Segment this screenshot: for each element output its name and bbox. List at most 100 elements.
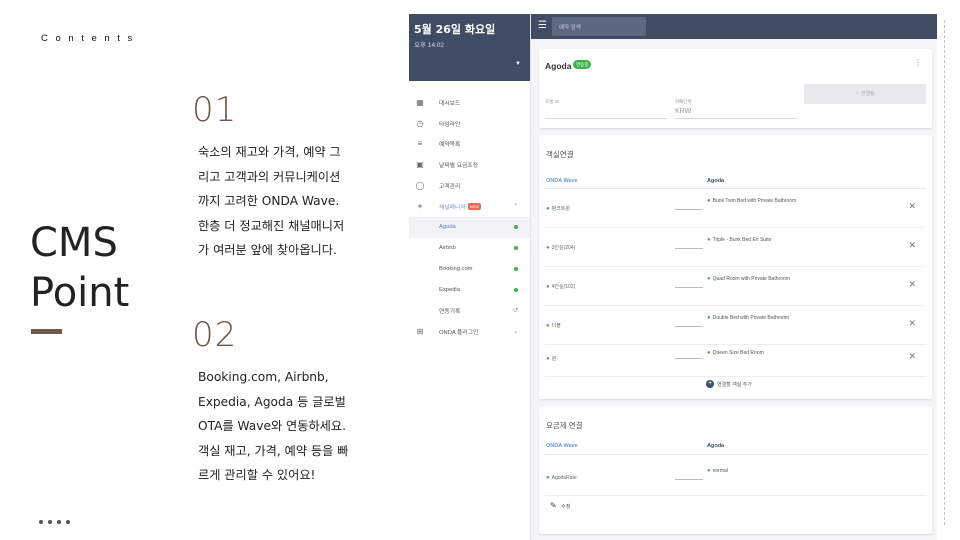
- close-icon[interactable]: ✕: [908, 240, 916, 251]
- wave-room-label: 퀸: [551, 356, 557, 362]
- status-dot: ●: [707, 237, 711, 243]
- slide-title-line2: Point: [30, 270, 130, 316]
- chevron-up-icon[interactable]: ⌃: [513, 203, 518, 210]
- connected-button[interactable]: ✓ 연결됨: [804, 84, 926, 104]
- clock-icon: ◷: [416, 118, 424, 128]
- wave-room-label: 3인실(204): [551, 245, 576, 251]
- edit-button[interactable]: ✎ 수정: [550, 501, 570, 510]
- top-bar: ☰ 예약 검색: [531, 14, 937, 39]
- sidebar-item-reservations[interactable]: ≡ 예약목록: [409, 134, 530, 155]
- dot: [57, 520, 61, 524]
- pencil-icon: ✎: [550, 501, 557, 510]
- status-dot: ●: [707, 350, 711, 356]
- dashboard-icon: ▦: [416, 97, 424, 107]
- link-line: [675, 326, 703, 327]
- sidebar-item-daily-rates[interactable]: ▣ 날짜별 요금조정: [409, 154, 530, 175]
- wave-rate: ● AgodaRate: [546, 475, 577, 481]
- status-dot: ●: [707, 198, 711, 204]
- cms-app-screenshot: 5월 26일 화요일 오후 14:02 ▼ ▦ 대시보드 ◷ 타임라인 ≡ 예약…: [409, 14, 937, 540]
- sidebar-item-customers[interactable]: ◯ 고객관리: [409, 175, 530, 196]
- status-dot: ●: [707, 468, 711, 474]
- dot: [39, 520, 43, 524]
- sidebar-item-timeline[interactable]: ◷ 타임라인: [409, 113, 530, 134]
- add-room-label: 연결할 객실 추가: [717, 381, 752, 388]
- link-line: [675, 358, 703, 359]
- close-icon[interactable]: ✕: [908, 318, 916, 329]
- section-01-text: 숙소의 재고와 가격, 예약 그 리고 고객과의 커뮤니케이션 까지 고려한 O…: [198, 140, 364, 263]
- current-time: 오후 14:02: [414, 42, 445, 49]
- sidebar-item-label: Airbnb: [439, 244, 456, 251]
- section-02-text: Booking.com, Airbnb, Expedia, Agoda 등 글로…: [198, 365, 364, 488]
- sidebar-item-dashboard[interactable]: ▦ 대시보드: [409, 92, 530, 113]
- status-dot: ●: [707, 315, 711, 321]
- sidebar-item-booking[interactable]: Booking.com: [409, 258, 530, 279]
- search-input[interactable]: 예약 검색: [552, 17, 646, 36]
- mapping-row: ● 3인실(204) ● Triple - Bunk Bed En Suite ✕: [545, 228, 926, 267]
- close-icon[interactable]: ✕: [908, 351, 916, 362]
- currency-field[interactable]: 화폐단위 KRW: [675, 99, 797, 119]
- mapping-row: ● 4인실(102) ● Quad Room with Private Bathro…: [545, 267, 926, 306]
- agoda-room-label: Triple - Bunk Bed En Suite: [712, 237, 772, 243]
- caret-down-icon[interactable]: ▼: [515, 61, 521, 67]
- column-header-wave: ONDA Wave: [546, 178, 578, 184]
- agoda-room: ● Triple - Bunk Bed En Suite: [707, 237, 771, 243]
- field-value: KRW: [675, 108, 692, 115]
- sidebar-item-airbnb[interactable]: Airbnb: [409, 238, 530, 259]
- sidebar-item-channel-manager[interactable]: ✦ 채널매니저 NEW ⌃: [409, 196, 530, 217]
- dot: [48, 520, 52, 524]
- sidebar-header: 5월 26일 화요일 오후 14:02 ▼: [409, 14, 530, 81]
- agoda-room-label: Double Bed with Private Bathroom: [712, 315, 790, 321]
- rate-mapping-card: 요금제 연결 ONDA Wave Agoda ● AgodaRate ● norma…: [539, 406, 932, 534]
- more-vert-icon[interactable]: ⋮: [914, 58, 922, 67]
- current-date: 5월 26일 화요일: [414, 23, 496, 36]
- slide-title: CMS Point: [30, 218, 129, 318]
- sidebar-item-label: 고객관리: [439, 184, 461, 191]
- wave-rate-label: AgodaRate: [551, 475, 577, 481]
- wave-room: ● 3인실(204): [546, 244, 575, 251]
- sidebar-item-label: ONDA 플러그인: [439, 329, 479, 336]
- share-icon: ✦: [416, 201, 424, 211]
- sidebar: 5월 26일 화요일 오후 14:02 ▼ ▦ 대시보드 ◷ 타임라인 ≡ 예약…: [409, 14, 531, 540]
- rate-row: ● AgodaRate ● normal: [545, 463, 926, 496]
- sidebar-item-sync-history[interactable]: 연동기록 ↺: [409, 300, 530, 321]
- status-dot: [514, 287, 518, 292]
- sidebar-item-onda-plugin[interactable]: ⊞ ONDA 플러그인 ⌄: [409, 321, 530, 342]
- link-line: [675, 479, 703, 480]
- sidebar-item-label: 대시보드: [439, 100, 461, 107]
- add-room-button[interactable]: + 연결할 객실 추가: [706, 380, 752, 388]
- history-icon: ↺: [512, 307, 518, 314]
- pagination-dots: [39, 520, 70, 524]
- status-dot: ●: [546, 323, 550, 329]
- status-dot: [514, 245, 518, 250]
- check-icon: ✓: [855, 91, 860, 97]
- contents-label: Contents: [41, 33, 140, 44]
- sidebar-item-agoda[interactable]: Agoda: [409, 216, 530, 238]
- agoda-room-label: Bunk Twin Bed with Private Bathroom: [712, 198, 797, 204]
- close-icon[interactable]: ✕: [908, 201, 916, 212]
- sidebar-item-label: Booking.com: [439, 265, 473, 272]
- text-line: 가 여러분 앞에 찾아옵니다.: [198, 243, 337, 257]
- menu-icon[interactable]: ☰: [538, 20, 547, 31]
- new-badge: NEW: [467, 202, 482, 210]
- chevron-down-icon[interactable]: ⌄: [513, 328, 518, 335]
- wave-room-label: 4인실(102): [551, 284, 576, 290]
- wave-room: ● 퀸: [546, 355, 556, 362]
- column-header-agoda: Agoda: [707, 178, 725, 184]
- calendar-edit-icon: ▣: [416, 160, 424, 170]
- close-icon[interactable]: ✕: [908, 279, 916, 290]
- title-accent-bar: [31, 329, 62, 334]
- divider: [944, 20, 945, 525]
- agoda-room: ● Bunk Twin Bed with Private Bathroom: [707, 198, 796, 204]
- agoda-rate: ● normal: [707, 468, 728, 474]
- hotel-id-field[interactable]: 호텔 ID: [545, 99, 667, 119]
- wave-room: ● 더블: [546, 322, 561, 329]
- text-line: Expedia, Agoda 등 글로벌: [198, 394, 346, 409]
- slide-title-line1: CMS: [30, 220, 118, 266]
- agoda-room: ● Queen Size Bed Room: [707, 350, 764, 356]
- wave-room: ● 벙크트윈: [546, 205, 570, 212]
- list-check-icon: ≡: [417, 139, 423, 149]
- status-dot: ●: [546, 206, 550, 212]
- sidebar-item-expedia[interactable]: Expedia: [409, 279, 530, 300]
- room-mapping-card: 객실연결 ONDA Wave Agoda ● 벙크트윈 ● Bunk Twin Be…: [539, 135, 932, 399]
- link-line: [675, 287, 703, 288]
